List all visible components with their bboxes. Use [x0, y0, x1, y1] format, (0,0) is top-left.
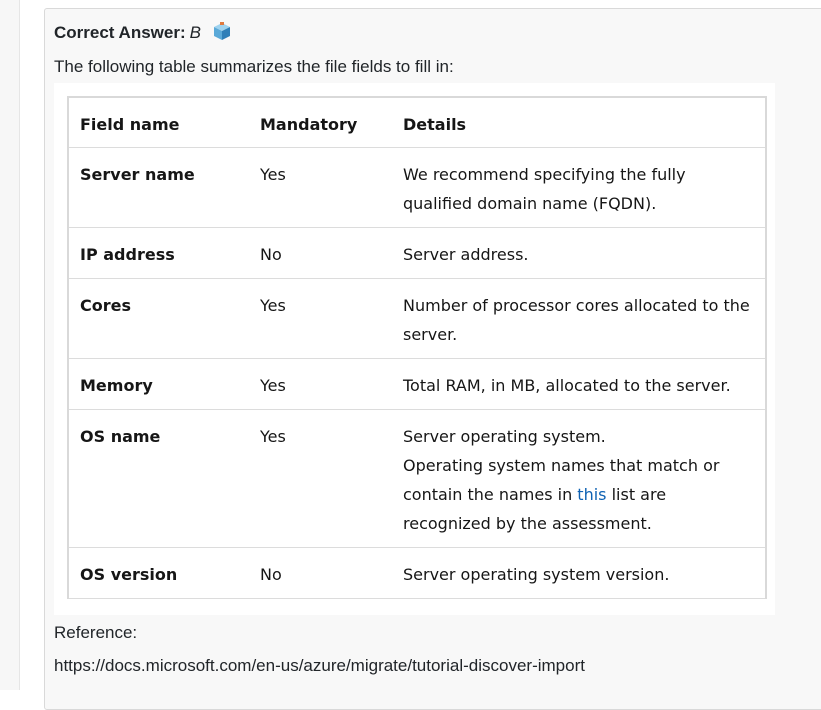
intro-text: The following table summarizes the file …	[54, 57, 454, 76]
details-line-2: Operating system names that match or con…	[403, 455, 720, 533]
table-row: IP address No Server address.	[68, 227, 766, 279]
table-row: Server name Yes We recommend specifying …	[68, 147, 766, 228]
cell-details: Total RAM, in MB, allocated to the serve…	[403, 358, 766, 410]
community-vote-cube-icon[interactable]	[212, 21, 232, 48]
cell-mandatory: Yes	[260, 358, 403, 410]
cell-mandatory: Yes	[260, 147, 403, 228]
left-gutter	[0, 0, 20, 690]
header-details: Details	[403, 97, 766, 148]
header-mandatory: Mandatory	[260, 97, 403, 148]
details-line-1: Server operating system.	[403, 426, 606, 446]
cell-details: Server operating system version.	[403, 547, 766, 599]
table-row: OS version No Server operating system ve…	[68, 547, 766, 599]
cell-field: OS version	[68, 547, 260, 599]
cell-field: Server name	[68, 147, 260, 228]
table-row: OS name Yes Server operating system. Ope…	[68, 409, 766, 548]
cell-field: Memory	[68, 358, 260, 410]
cell-mandatory: No	[260, 547, 403, 599]
cell-details: Number of processor cores allocated to t…	[403, 278, 766, 359]
os-list-link[interactable]: this	[577, 485, 606, 504]
table-row: Memory Yes Total RAM, in MB, allocated t…	[68, 358, 766, 410]
cell-mandatory: Yes	[260, 278, 403, 359]
table-header-row: Field name Mandatory Details	[68, 97, 766, 148]
cell-details: Server operating system. Operating syste…	[403, 409, 766, 548]
cell-details: We recommend specifying the fully qualif…	[403, 147, 766, 228]
correct-answer-line: Correct Answer: B	[54, 21, 232, 48]
cell-field: IP address	[68, 227, 260, 279]
correct-answer-value: B	[189, 23, 201, 42]
table-row: Cores Yes Number of processor cores allo…	[68, 278, 766, 359]
cell-details: Server address.	[403, 227, 766, 279]
cell-mandatory: Yes	[260, 409, 403, 548]
correct-answer-label: Correct Answer:	[54, 23, 186, 42]
header-field-name: Field name	[68, 97, 260, 148]
reference-label: Reference:	[54, 623, 138, 642]
cell-field: Cores	[68, 278, 260, 359]
fields-table-screenshot: Field name Mandatory Details Server name…	[54, 83, 775, 615]
cell-mandatory: No	[260, 227, 403, 279]
cell-field: OS name	[68, 409, 260, 548]
fields-table: Field name Mandatory Details Server name…	[67, 96, 767, 599]
reference-url[interactable]: https://docs.microsoft.com/en-us/azure/m…	[54, 654, 585, 678]
